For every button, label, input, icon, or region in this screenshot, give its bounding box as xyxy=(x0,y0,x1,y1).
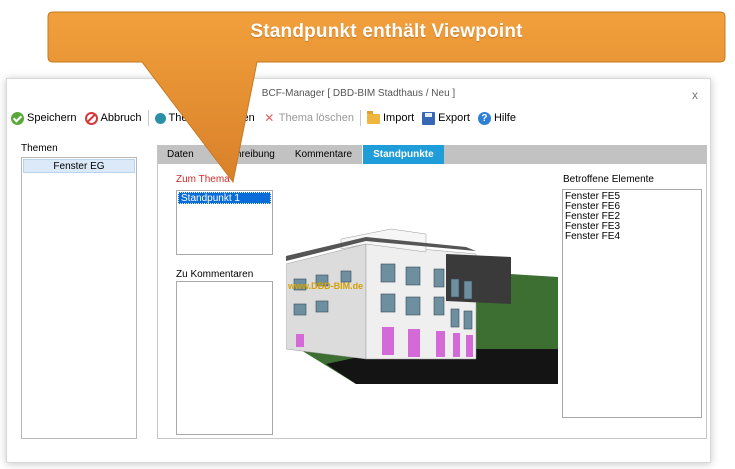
toolbar-separator xyxy=(147,110,149,126)
theme-item[interactable]: Fenster EG xyxy=(23,159,135,173)
toolbar-separator xyxy=(359,110,361,126)
zu-kommentaren-label: Zu Kommentaren xyxy=(176,269,254,280)
import-label: Import xyxy=(382,112,415,124)
attach-label: Thema anhängen xyxy=(168,112,255,124)
window-title: BCF-Manager [ DBD-BIM Stadthaus / Neu ] xyxy=(261,88,456,99)
check-icon xyxy=(11,111,24,125)
save-button[interactable]: Speichern xyxy=(7,111,81,125)
viewpoint-item[interactable]: Standpunkt 1 xyxy=(178,192,271,204)
tab-beschreibung[interactable]: Beschreibung xyxy=(204,145,285,164)
save-label: Speichern xyxy=(27,112,77,124)
help-button[interactable]: ? Hilfe xyxy=(474,111,520,125)
themes-list[interactable]: Fenster EG xyxy=(21,157,137,439)
tab-daten[interactable]: Daten xyxy=(157,145,204,164)
delete-x-icon: ✕ xyxy=(264,110,275,125)
delete-label: Thema löschen xyxy=(278,112,354,124)
zum-thema-label: Zum Thema xyxy=(176,174,230,185)
tab-kommentare[interactable]: Kommentare xyxy=(285,145,362,164)
attach-icon xyxy=(154,112,166,124)
tab-standpunkte[interactable]: Standpunkte xyxy=(362,145,444,164)
export-label: Export xyxy=(438,112,470,124)
model-watermark: www.DBD-BIM.de xyxy=(287,281,363,291)
attach-theme-button[interactable]: Thema anhängen xyxy=(151,112,259,124)
standpunkte-panel: Zum Thema Standpunkt 1 Zu Kommentaren ww… xyxy=(157,164,707,439)
themes-label: Themen xyxy=(21,143,58,154)
bcf-manager-window: BCF-Manager [ DBD-BIM Stadthaus / Neu ] … xyxy=(6,78,711,463)
cancel-button[interactable]: Abbruch xyxy=(81,111,146,125)
cancel-label: Abbruch xyxy=(100,112,142,124)
viewpoint-snapshot: www.DBD-BIM.de xyxy=(286,228,558,384)
callout-text: Standpunkt enthält Viewpoint xyxy=(250,21,523,42)
affected-elements-list[interactable]: Fenster FE5 Fenster FE6 Fenster FE2 Fens… xyxy=(562,189,702,418)
help-icon: ? xyxy=(477,111,491,125)
tab-bar: Daten Beschreibung Kommentare Standpunkt… xyxy=(157,145,707,164)
help-label: Hilfe xyxy=(493,112,516,124)
export-button[interactable]: Export xyxy=(418,111,474,125)
toolbar: Speichern Abbruch Thema anhängen ✕ Thema… xyxy=(7,107,520,129)
import-button[interactable]: Import xyxy=(363,111,418,124)
cancel-icon xyxy=(84,111,98,125)
delete-theme-button[interactable]: ✕ Thema löschen xyxy=(259,110,358,125)
list-item[interactable]: Fenster FE4 xyxy=(565,232,699,242)
floppy-disk-icon xyxy=(422,111,436,125)
folder-open-icon xyxy=(366,111,380,124)
affected-elements-label: Betroffene Elemente xyxy=(563,174,654,185)
zu-kommentaren-list[interactable] xyxy=(176,281,273,435)
zum-thema-list[interactable]: Standpunkt 1 xyxy=(176,190,273,255)
close-button[interactable]: x xyxy=(692,88,698,102)
